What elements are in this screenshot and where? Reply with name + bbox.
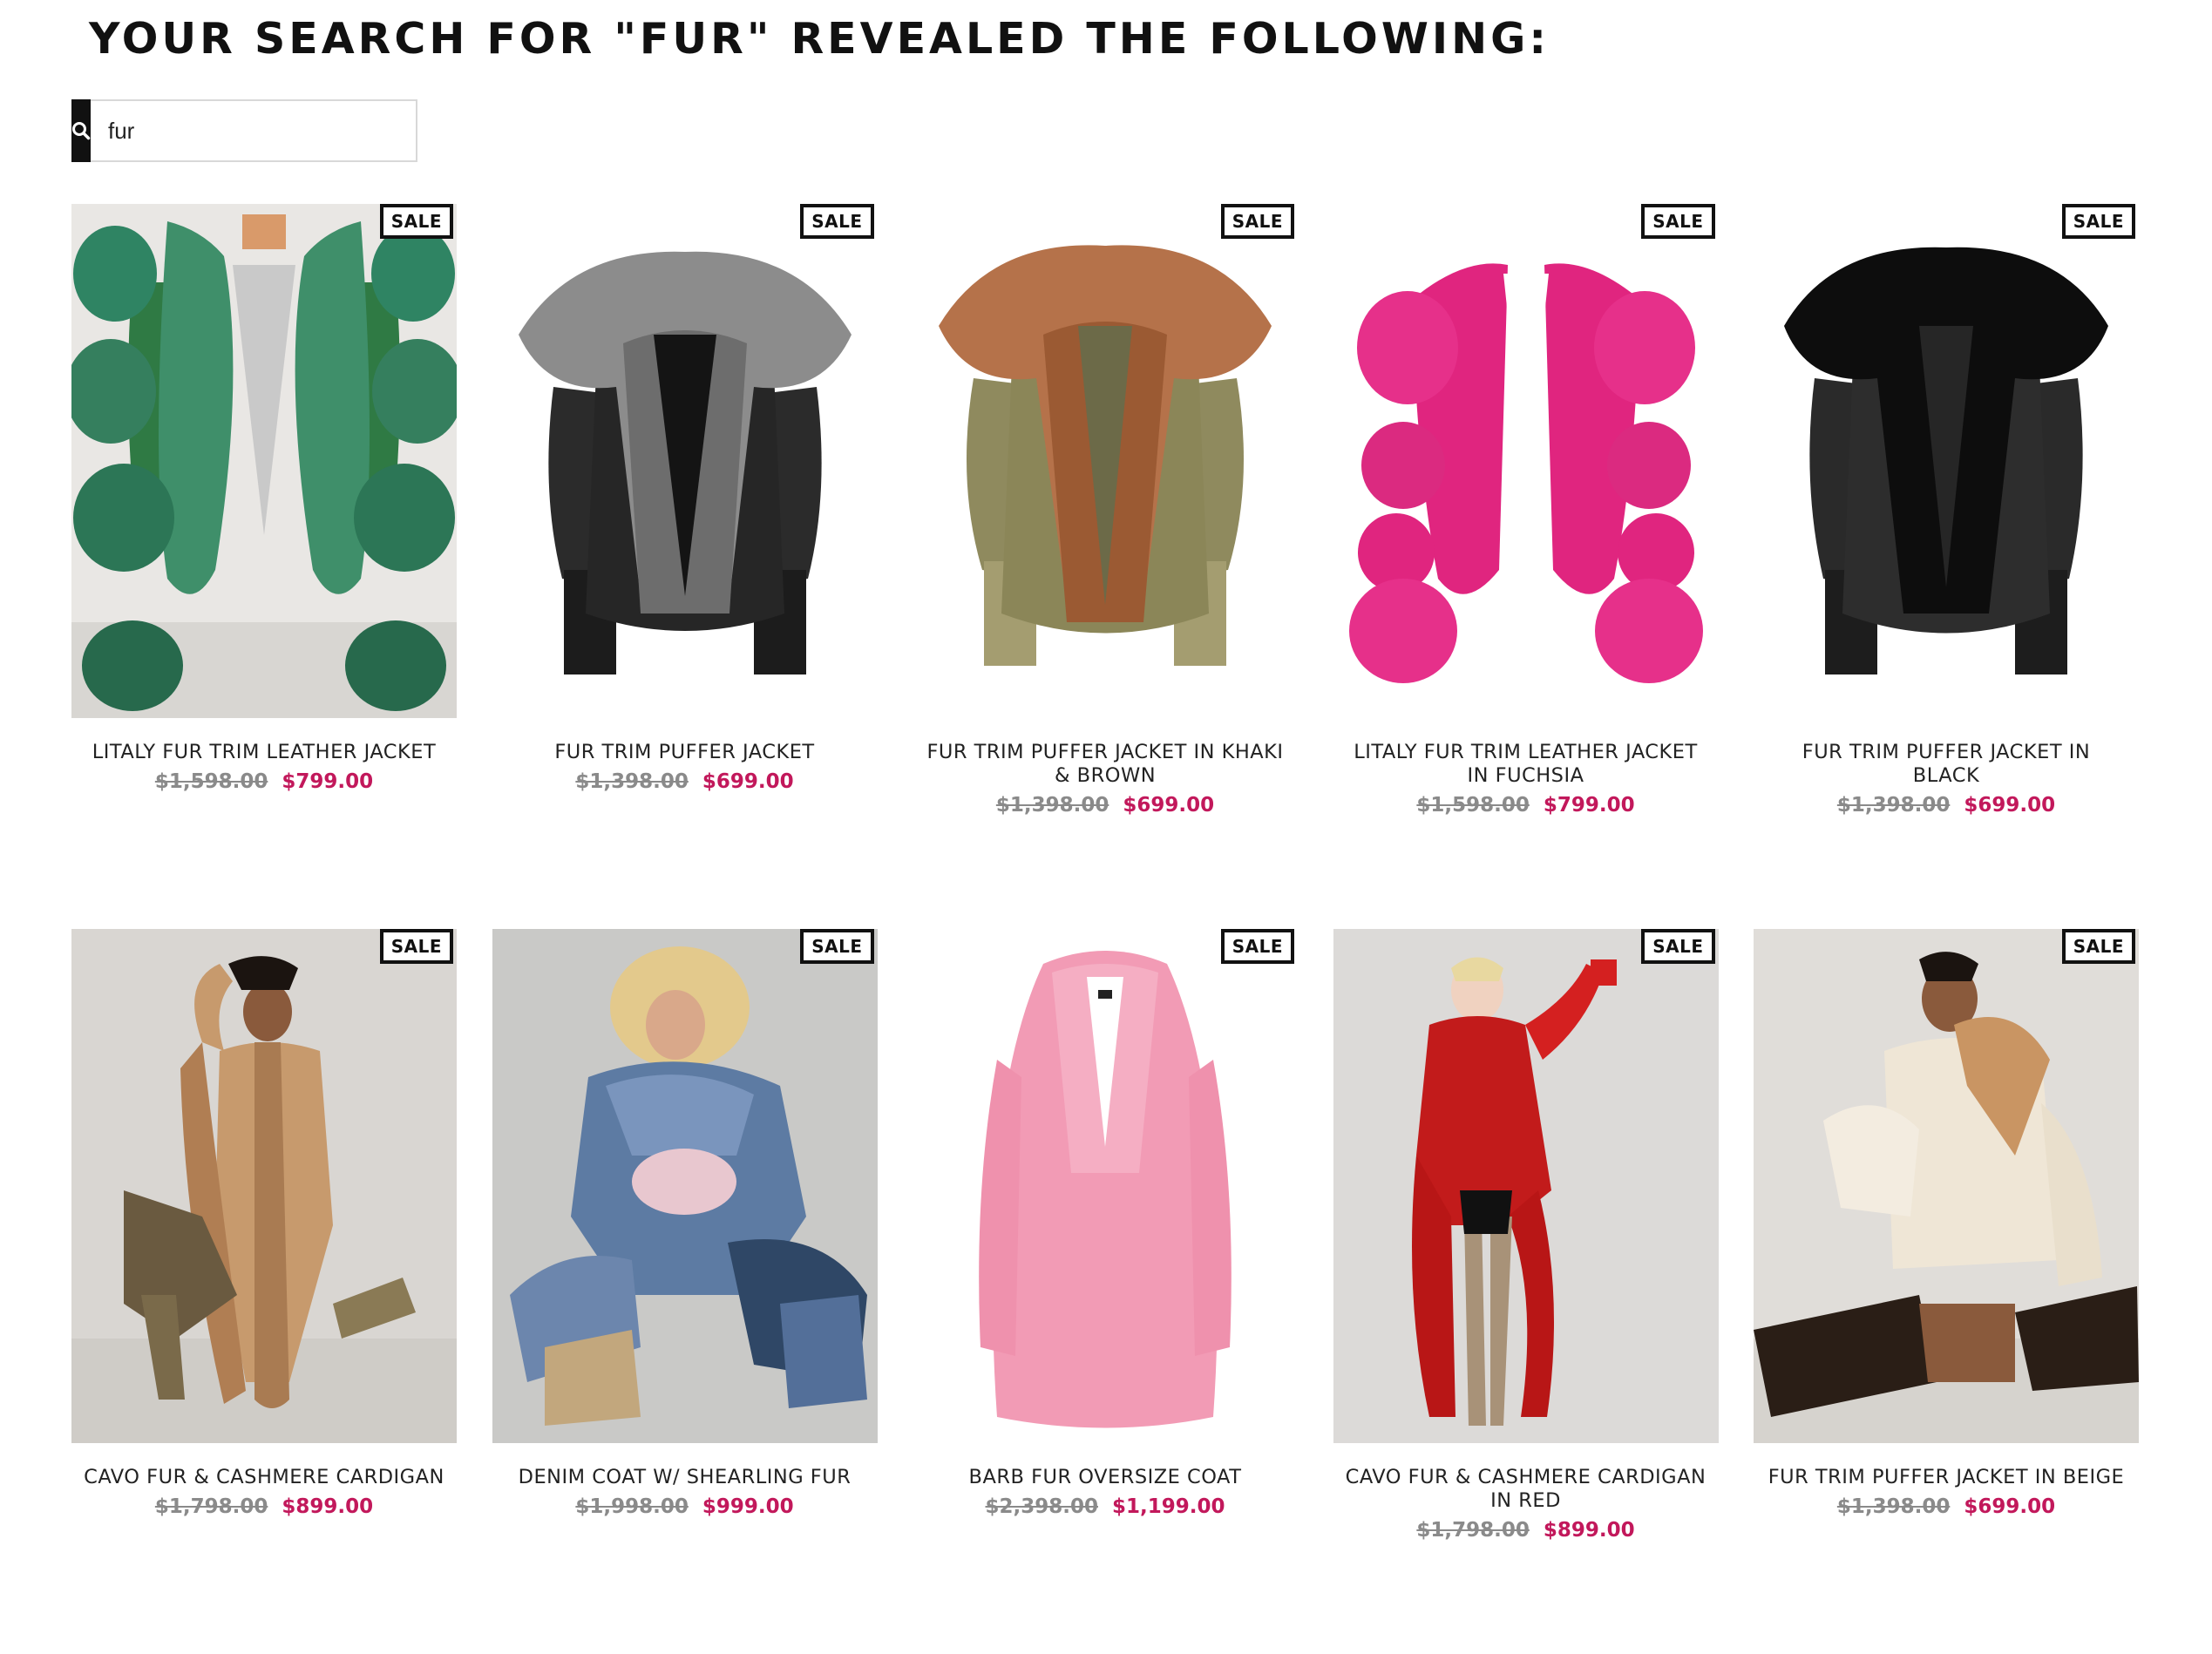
- price-row: $1,398.00 $699.00: [913, 791, 1298, 819]
- product-card[interactable]: SALE BARB FUR OVERSIZE COAT $2,398.00 $1,…: [913, 929, 1298, 1654]
- sale-badge: SALE: [800, 204, 874, 239]
- price-row: $1,998.00 $999.00: [492, 1493, 878, 1521]
- product-name[interactable]: LITALY FUR TRIM LEATHER JACKET: [84, 741, 444, 764]
- product-image-denim-shearling-coat-model[interactable]: SALE: [492, 929, 878, 1443]
- sale-badge: SALE: [1641, 929, 1715, 964]
- sale-price: $1,199.00: [1112, 1495, 1225, 1518]
- product-image-beige-puffer-model[interactable]: SALE: [1754, 929, 2139, 1443]
- original-price: $1,598.00: [154, 770, 268, 793]
- original-price: $1,598.00: [1416, 794, 1530, 817]
- product-image-green-fur-leather-jacket[interactable]: SALE: [71, 204, 457, 718]
- original-price: $1,798.00: [1416, 1519, 1530, 1542]
- search-icon: [72, 122, 91, 140]
- product-image-pink-fur-coat[interactable]: SALE: [913, 929, 1298, 1443]
- sale-price: $799.00: [282, 770, 374, 793]
- search-input[interactable]: [91, 99, 417, 162]
- product-card[interactable]: SALE FUR TRIM PUFFER JACKET $1,398.00 $69…: [492, 204, 878, 929]
- sale-badge: SALE: [1220, 204, 1294, 239]
- original-price: $1,998.00: [575, 1495, 689, 1518]
- product-name[interactable]: FUR TRIM PUFFER JACKET IN BLACK: [1766, 741, 2127, 788]
- sale-price: $699.00: [702, 770, 794, 793]
- product-card[interactable]: SALE LITALY FUR TRIM LEATHER JACKET IN F…: [1333, 204, 1719, 929]
- search-button[interactable]: [71, 99, 91, 162]
- product-card[interactable]: SALE LITALY FUR TRIM LEATHER JACKET $1,5…: [71, 204, 457, 929]
- product-card[interactable]: SALE DENIM COAT W/ SHEARLING FUR $1,998.…: [492, 929, 878, 1654]
- sale-price: $799.00: [1543, 794, 1635, 817]
- sale-badge: SALE: [2061, 929, 2135, 964]
- sale-price: $899.00: [1543, 1519, 1635, 1542]
- sale-price: $699.00: [1964, 794, 2056, 817]
- product-image-camel-fur-cardigan-model[interactable]: SALE: [71, 929, 457, 1443]
- product-name[interactable]: BARB FUR OVERSIZE COAT: [925, 1466, 1286, 1489]
- product-name[interactable]: CAVO FUR & CASHMERE CARDIGAN: [84, 1466, 444, 1489]
- sale-badge: SALE: [1641, 204, 1715, 239]
- product-image-khaki-puffer-brown-fur[interactable]: SALE: [913, 204, 1298, 718]
- original-price: $1,398.00: [1836, 1495, 1951, 1518]
- original-price: $2,398.00: [985, 1495, 1099, 1518]
- product-name[interactable]: LITALY FUR TRIM LEATHER JACKET IN FUCHSI…: [1346, 741, 1706, 788]
- original-price: $1,398.00: [1836, 794, 1951, 817]
- price-row: $2,398.00 $1,199.00: [913, 1493, 1298, 1521]
- product-name[interactable]: FUR TRIM PUFFER JACKET IN BEIGE: [1766, 1466, 2127, 1489]
- sale-price: $699.00: [1964, 1495, 2056, 1518]
- product-card[interactable]: SALE FUR TRIM PUFFER JACKET IN BLACK $1,…: [1754, 204, 2139, 929]
- product-grid: SALE LITALY FUR TRIM LEATHER JACKET $1,5…: [71, 204, 2139, 1654]
- price-row: $1,798.00 $899.00: [71, 1493, 457, 1521]
- product-name[interactable]: FUR TRIM PUFFER JACKET: [505, 741, 865, 764]
- original-price: $1,398.00: [995, 794, 1109, 817]
- product-card[interactable]: SALE FUR TRIM PUFFER JACKET IN BEIGE $1,…: [1754, 929, 2139, 1654]
- page-title: YOUR SEARCH FOR "FUR" REVEALED THE FOLLO…: [89, 14, 1550, 64]
- price-row: $1,398.00 $699.00: [1754, 1493, 2139, 1521]
- search-bar: [71, 99, 417, 162]
- price-row: $1,798.00 $899.00: [1333, 1516, 1719, 1544]
- product-card[interactable]: SALE CAVO FUR & CASHMERE CARDIGAN IN RED…: [1333, 929, 1719, 1654]
- price-row: $1,398.00 $699.00: [492, 768, 878, 796]
- sale-price: $699.00: [1123, 794, 1215, 817]
- price-row: $1,398.00 $699.00: [1754, 791, 2139, 819]
- sale-price: $899.00: [282, 1495, 374, 1518]
- product-card[interactable]: SALE CAVO FUR & CASHMERE CARDIGAN $1,798…: [71, 929, 457, 1654]
- product-image-red-fur-cardigan-model[interactable]: SALE: [1333, 929, 1719, 1443]
- sale-badge: SALE: [2061, 204, 2135, 239]
- product-image-black-puffer-black-fur[interactable]: SALE: [1754, 204, 2139, 718]
- sale-badge: SALE: [1220, 929, 1294, 964]
- price-row: $1,598.00 $799.00: [71, 768, 457, 796]
- product-name[interactable]: FUR TRIM PUFFER JACKET IN KHAKI & BROWN: [925, 741, 1286, 788]
- product-card[interactable]: SALE FUR TRIM PUFFER JACKET IN KHAKI & B…: [913, 204, 1298, 929]
- price-row: $1,598.00 $799.00: [1333, 791, 1719, 819]
- original-price: $1,798.00: [154, 1495, 268, 1518]
- product-name[interactable]: CAVO FUR & CASHMERE CARDIGAN IN RED: [1346, 1466, 1706, 1513]
- product-image-fuchsia-fur-jacket[interactable]: SALE: [1333, 204, 1719, 718]
- sale-badge: SALE: [379, 929, 453, 964]
- product-image-black-puffer-silver-fur[interactable]: SALE: [492, 204, 878, 718]
- sale-badge: SALE: [800, 929, 874, 964]
- product-name[interactable]: DENIM COAT W/ SHEARLING FUR: [505, 1466, 865, 1489]
- sale-price: $999.00: [702, 1495, 794, 1518]
- original-price: $1,398.00: [575, 770, 689, 793]
- sale-badge: SALE: [379, 204, 453, 239]
